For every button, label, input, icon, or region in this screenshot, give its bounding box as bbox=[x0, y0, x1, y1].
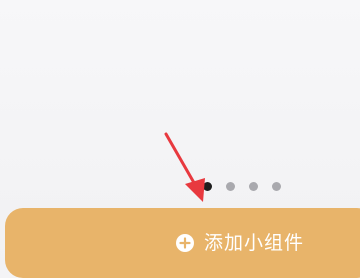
page-dot-2[interactable] bbox=[226, 181, 235, 191]
add-widget-content[interactable]: 添加小组件 bbox=[175, 229, 304, 257]
page-dot-4[interactable] bbox=[272, 181, 281, 191]
page-dot-3[interactable] bbox=[249, 181, 258, 191]
page-dot-1[interactable] bbox=[203, 181, 212, 191]
add-widget-label: 添加小组件 bbox=[204, 232, 305, 254]
add-widget-button[interactable]: 添加小组件 bbox=[5, 208, 360, 278]
plus-circle-icon bbox=[176, 234, 194, 252]
page-indicator[interactable] bbox=[203, 181, 281, 191]
